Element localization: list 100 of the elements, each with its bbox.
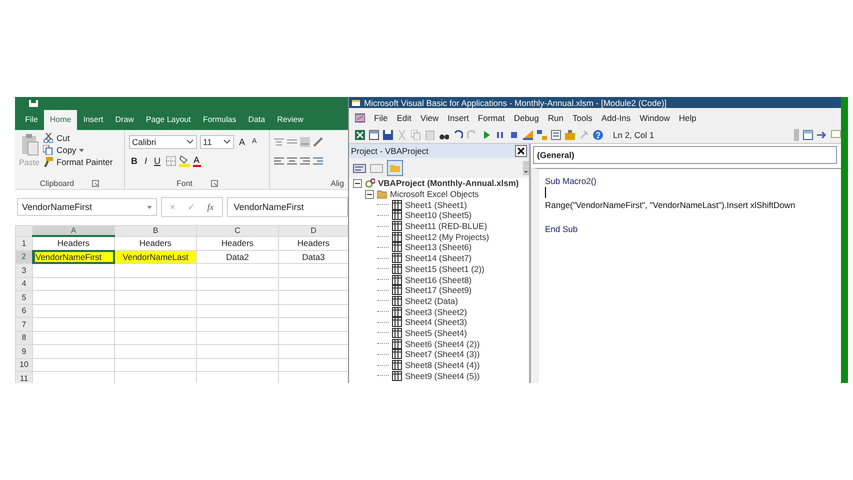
folder-icon[interactable]: [387, 160, 403, 176]
ribbon-tab[interactable]: File: [19, 110, 44, 130]
align-center-icon[interactable]: [287, 156, 297, 166]
tree-item[interactable]: Sheet15 (Sheet1 (2)): [405, 264, 484, 274]
row-header[interactable]: 10: [16, 358, 32, 372]
caret-icon[interactable]: [186, 139, 194, 144]
column-header[interactable]: B: [114, 226, 196, 236]
userform-icon[interactable]: [369, 130, 379, 140]
excel-icon[interactable]: [355, 130, 365, 140]
tree-item[interactable]: VBAProject (Monthly-Annual.xlsm): [378, 178, 519, 188]
window-icon[interactable]: [803, 130, 813, 140]
menu-item[interactable]: View: [420, 112, 439, 122]
ribbon-tab[interactable]: Formulas: [196, 110, 242, 130]
toolbar-grip-icon[interactable]: [794, 129, 799, 141]
name-box[interactable]: VendorNameFirst: [17, 198, 157, 216]
launcher-icon[interactable]: [92, 180, 100, 186]
clipboard-button[interactable]: Cut: [43, 133, 113, 143]
tree-item[interactable]: Sheet11 (RED-BLUE): [405, 221, 488, 232]
bold-button[interactable]: B: [129, 156, 140, 166]
tree-item[interactable]: Sheet1 (Sheet1): [405, 200, 467, 210]
align-bottom-icon[interactable]: [300, 136, 310, 146]
row-header[interactable]: 7: [16, 318, 32, 331]
clipboard-button[interactable]: Format Painter: [43, 157, 113, 167]
menu-item[interactable]: Debug: [514, 112, 539, 122]
pause-icon[interactable]: [495, 130, 505, 140]
align-top-icon[interactable]: [274, 136, 284, 146]
caret-icon[interactable]: [223, 139, 231, 144]
view-code-icon[interactable]: [353, 162, 366, 174]
ribbon-tab[interactable]: Home: [44, 110, 78, 130]
help-icon[interactable]: [593, 130, 603, 140]
font-name-field[interactable]: Calibri: [129, 134, 197, 148]
align-left-icon[interactable]: [274, 156, 284, 166]
underline-button[interactable]: U: [152, 156, 163, 166]
tree-item[interactable]: Sheet7 (Sheet4 (3)): [405, 349, 480, 360]
italic-button[interactable]: I: [142, 156, 150, 166]
row-header[interactable]: 1: [16, 236, 32, 250]
row-header[interactable]: 4: [16, 277, 32, 290]
tree-item[interactable]: Sheet17 (Sheet9): [405, 285, 472, 296]
menu-item[interactable]: Edit: [396, 112, 412, 122]
tree-item[interactable]: Sheet12 (My Projects): [405, 232, 490, 242]
row-header[interactable]: 9: [16, 344, 32, 358]
insert-function-button[interactable]: fx: [207, 202, 214, 212]
ribbon-tab[interactable]: Page Layout: [140, 110, 197, 130]
row-header[interactable]: 2: [16, 250, 32, 264]
font-size-field[interactable]: 11: [200, 134, 234, 148]
menu-item[interactable]: Window: [640, 112, 670, 122]
menu-item[interactable]: Insert: [448, 112, 469, 122]
row-header[interactable]: 8: [16, 331, 32, 344]
row-header[interactable]: 6: [16, 304, 32, 318]
tree-item[interactable]: Sheet13 (Sheet6): [405, 242, 472, 252]
properties-icon[interactable]: [551, 130, 561, 140]
clipboard-button[interactable]: Copy: [43, 145, 113, 155]
row-header[interactable]: 11: [16, 372, 32, 383]
tree-item[interactable]: Sheet2 (Data): [405, 296, 458, 306]
tree-item[interactable]: Sheet5 (Sheet4): [405, 328, 467, 338]
column-header[interactable]: A: [32, 226, 114, 236]
collapse-icon[interactable]: [365, 190, 374, 199]
object-dropdown[interactable]: (General): [533, 146, 837, 164]
tree-item[interactable]: Sheet10 (Sheet5): [405, 210, 472, 220]
grow-font-button[interactable]: A: [237, 136, 248, 146]
tree-item[interactable]: Sheet9 (Sheet4 (5)): [405, 370, 480, 381]
ribbon-tab[interactable]: Draw: [109, 110, 140, 130]
fill-color-icon[interactable]: [178, 154, 190, 166]
column-header[interactable]: C: [196, 226, 278, 236]
menu-item[interactable]: Tools: [572, 112, 592, 122]
formula-field[interactable]: VendorNameFirst: [226, 197, 348, 217]
undo-icon[interactable]: [453, 130, 463, 140]
menu-item[interactable]: Format: [478, 112, 505, 122]
row-header[interactable]: 3: [16, 264, 32, 277]
font-color-button[interactable]: A: [192, 154, 201, 166]
menu-item[interactable]: File: [374, 112, 388, 122]
tree-item[interactable]: Sheet4 (Sheet3): [405, 317, 467, 328]
tree-item[interactable]: Sheet3 (Sheet2): [405, 306, 467, 317]
ribbon-tab[interactable]: Insert: [77, 110, 110, 130]
arrow-icon[interactable]: [817, 130, 827, 140]
tree-item[interactable]: Sheet8 (Sheet4 (4)): [405, 360, 480, 370]
indent-icon[interactable]: [313, 156, 323, 166]
launcher-icon[interactable]: [210, 180, 218, 186]
collapse-icon[interactable]: [353, 178, 362, 188]
menu-item[interactable]: Add-Ins: [601, 112, 631, 122]
ribbon-tab[interactable]: Data: [242, 110, 272, 130]
menu-item[interactable]: Help: [678, 112, 696, 122]
align-right-icon[interactable]: [300, 156, 310, 166]
tree-item[interactable]: Sheet16 (Sheet8): [405, 274, 472, 285]
align-middle-icon[interactable]: [287, 136, 297, 146]
stop-icon[interactable]: [509, 130, 519, 140]
tree-item[interactable]: Microsoft Excel Objects: [390, 189, 479, 200]
scrollbar-grip-icon[interactable]: [523, 161, 529, 175]
close-icon[interactable]: [515, 145, 527, 157]
borders-icon[interactable]: [166, 156, 176, 166]
run-icon[interactable]: [481, 130, 491, 140]
tree-item[interactable]: Sheet6 (Sheet4 (2)): [405, 338, 480, 349]
toolbox-icon[interactable]: [565, 130, 575, 140]
row-header[interactable]: 5: [16, 290, 32, 304]
orientation-icon[interactable]: [313, 136, 323, 146]
column-header[interactable]: D: [278, 226, 348, 236]
ribbon-tab[interactable]: Review: [271, 110, 310, 130]
tree-item[interactable]: Sheet14 (Sheet7): [405, 253, 472, 264]
save-icon[interactable]: [383, 130, 393, 140]
save-icon[interactable]: [29, 100, 38, 107]
